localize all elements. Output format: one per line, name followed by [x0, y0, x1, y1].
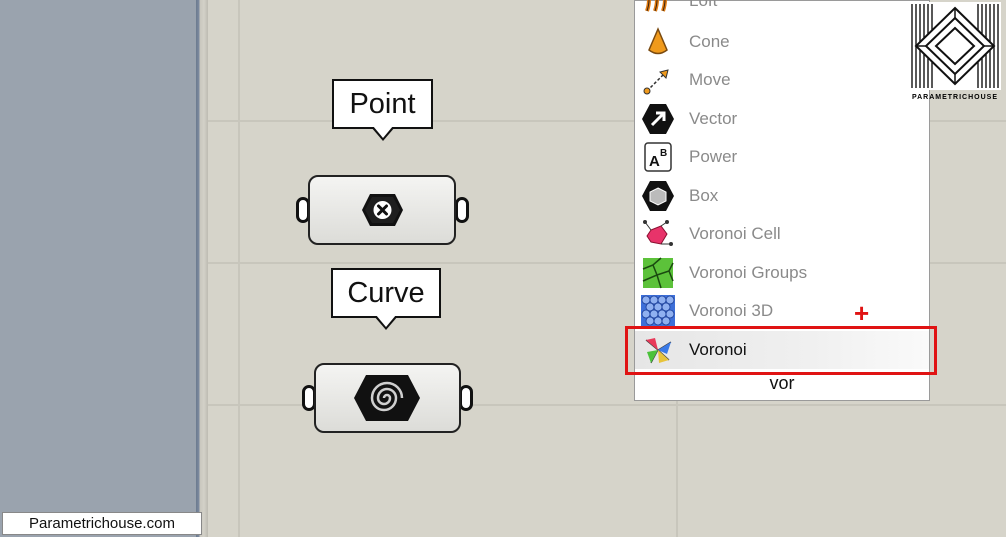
search-input-text[interactable]: vor [635, 373, 929, 394]
list-item-cone[interactable]: Cone [635, 23, 929, 61]
watermark-label: Parametrichouse.com [2, 512, 202, 535]
point-output-grip[interactable] [455, 197, 469, 223]
selection-highlight-box [625, 326, 937, 375]
loft-icon [645, 0, 667, 12]
list-item-vector[interactable]: Vector [635, 100, 929, 138]
list-item-box[interactable]: Box [635, 177, 929, 215]
voronoi-3d-icon [641, 295, 675, 327]
list-item-label: Box [689, 186, 719, 205]
voronoi-groups-icon [642, 257, 674, 289]
grid-line [238, 0, 240, 537]
vector-icon [642, 104, 674, 134]
list-item-label: Loft [689, 0, 718, 10]
curve-tooltip-text: Curve [347, 277, 425, 309]
list-item-label: Cone [689, 32, 730, 51]
point-tooltip-text: Point [349, 88, 416, 120]
point-tooltip: Point [332, 79, 433, 141]
curve-param-icon [354, 375, 420, 421]
logo-mark-icon [909, 2, 1001, 90]
list-item-label: Voronoi Cell [689, 224, 781, 243]
curve-tooltip: Curve [331, 268, 441, 330]
annotation-plus: + [854, 298, 870, 328]
logo-text: PARAMETRICHOUSE [911, 94, 999, 101]
list-item-voronoi-groups[interactable]: Voronoi Groups [635, 254, 929, 292]
list-item-voronoi-cell[interactable]: Voronoi Cell [635, 215, 929, 253]
curve-output-grip[interactable] [459, 385, 473, 411]
power-icon: A B [644, 142, 672, 172]
list-item-label: Voronoi 3D [689, 301, 774, 320]
svg-text:B: B [660, 148, 667, 159]
list-item-voronoi-3d[interactable]: Voronoi 3D [635, 292, 929, 330]
list-item-label: Move [689, 70, 731, 89]
parametrichouse-logo: PARAMETRICHOUSE [906, 0, 1004, 104]
move-icon [643, 69, 669, 95]
list-item-label: Power [689, 147, 738, 166]
left-panel [0, 0, 196, 537]
list-item-label: Vector [689, 109, 738, 128]
box-icon [642, 181, 674, 211]
point-component[interactable] [308, 175, 456, 245]
point-param-icon [362, 194, 403, 226]
list-item-move[interactable]: Move [635, 61, 929, 99]
curve-component[interactable] [314, 363, 461, 433]
list-item-power[interactable]: A B Power [635, 138, 929, 176]
panel-splitter[interactable] [196, 0, 208, 537]
list-item-label: Voronoi Groups [689, 263, 808, 282]
svg-text:A: A [649, 153, 660, 170]
list-item-loft[interactable]: Loft [635, 0, 929, 20]
cone-icon [648, 27, 668, 55]
voronoi-cell-icon [643, 220, 673, 246]
